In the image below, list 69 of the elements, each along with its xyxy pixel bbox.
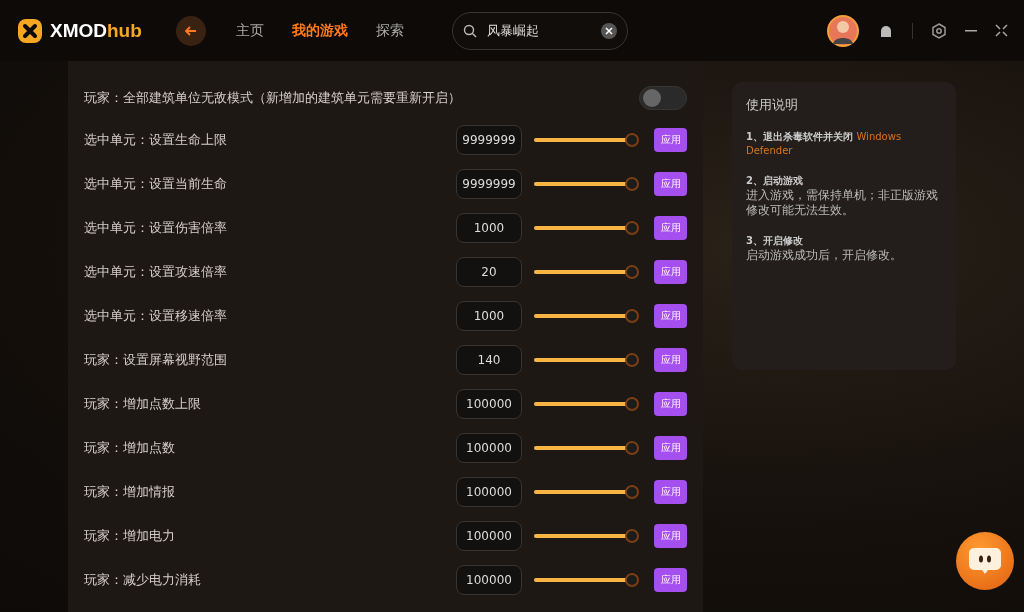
nav-tab[interactable]: 我的游戏 xyxy=(291,21,348,40)
option-label: 选中单元：设置生命上限 xyxy=(84,131,228,149)
slider-thumb[interactable] xyxy=(625,397,639,411)
step-heading: 2、启动游戏 xyxy=(746,174,804,188)
option-label: 玩家：增加点数 xyxy=(84,439,176,457)
user-avatar[interactable] xyxy=(826,13,860,48)
settings-icon[interactable] xyxy=(931,22,947,39)
close-icon xyxy=(604,26,613,35)
number-input[interactable]: 100000 xyxy=(456,433,522,463)
step-text: 进入游戏，需保持单机；非正版游戏修改可能无法生效。 xyxy=(746,188,939,218)
apply-button[interactable]: 应用 xyxy=(654,524,687,548)
search-input[interactable]: 风暴崛起 xyxy=(484,22,593,39)
option-label: 玩家：全部建筑单位无敌模式（新增加的建筑单元需要重新开启） xyxy=(84,89,462,107)
option-label: 玩家：设置屏幕视野范围 xyxy=(84,351,228,369)
number-input[interactable]: 9999999 xyxy=(456,169,522,199)
number-input[interactable]: 1000 xyxy=(456,213,522,243)
option-label: 玩家：增加电力 xyxy=(84,527,176,545)
chat-bubble-icon xyxy=(968,546,1002,576)
slider-thumb[interactable] xyxy=(625,353,639,367)
option-label: 选中单元：设置移速倍率 xyxy=(84,307,228,325)
slider-thumb[interactable] xyxy=(625,441,639,455)
option-label: 玩家：增加点数上限 xyxy=(84,395,202,413)
number-input[interactable]: 1000 xyxy=(456,301,522,331)
number-input[interactable]: 100000 xyxy=(456,521,522,551)
apply-button[interactable]: 应用 xyxy=(654,260,687,284)
slider-thumb[interactable] xyxy=(625,221,639,235)
apply-button[interactable]: 应用 xyxy=(654,172,687,196)
collapse-icon[interactable] xyxy=(995,24,1008,37)
apply-button[interactable]: 应用 xyxy=(654,348,687,372)
search-icon xyxy=(462,23,477,38)
apply-button[interactable]: 应用 xyxy=(654,128,687,152)
slider-thumb[interactable] xyxy=(625,485,639,499)
number-input[interactable]: 100000 xyxy=(456,565,522,595)
option-label: 选中单元：设置伤害倍率 xyxy=(84,219,228,237)
logo-icon xyxy=(16,16,44,45)
help-title: 使用说明 xyxy=(746,96,799,114)
chat-button[interactable] xyxy=(956,532,1014,590)
step-text: 启动游戏成功后，开启修改。 xyxy=(746,248,903,263)
clear-button[interactable] xyxy=(600,22,617,39)
apply-button[interactable]: 应用 xyxy=(654,392,687,416)
number-input[interactable]: 100000 xyxy=(456,389,522,419)
option-label: 选中单元：设置当前生命 xyxy=(84,175,228,193)
apply-button[interactable]: 应用 xyxy=(654,216,687,240)
number-input[interactable]: 100000 xyxy=(456,477,522,507)
option-label: 玩家：减少电力消耗 xyxy=(84,571,202,589)
step-heading: 1、退出杀毒软件并关闭 Windows Defender xyxy=(746,130,903,158)
option-label: 选中单元：设置攻速倍率 xyxy=(84,263,228,281)
option-label: 玩家：增加情报 xyxy=(84,483,176,501)
number-input[interactable]: 9999999 xyxy=(456,125,522,155)
number-input[interactable]: 140 xyxy=(456,345,522,375)
arrow-left-icon xyxy=(183,23,198,38)
slider-thumb[interactable] xyxy=(625,309,639,323)
apply-button[interactable]: 应用 xyxy=(654,568,687,592)
nav-tab[interactable]: 探索 xyxy=(375,21,404,40)
apply-button[interactable]: 应用 xyxy=(654,436,687,460)
toggle-switch[interactable] xyxy=(639,86,687,110)
slider-thumb[interactable] xyxy=(625,133,639,147)
apply-button[interactable]: 应用 xyxy=(654,304,687,328)
slider-thumb[interactable] xyxy=(625,529,639,543)
back-button[interactable] xyxy=(175,15,206,46)
app-logo-text: XMODhub xyxy=(50,19,142,42)
step-heading: 3、开启修改 xyxy=(746,234,804,248)
nav-tab[interactable]: 主页 xyxy=(235,21,264,40)
slider-thumb[interactable] xyxy=(625,573,639,587)
slider-thumb[interactable] xyxy=(625,265,639,279)
apply-button[interactable]: 应用 xyxy=(654,480,687,504)
search-bar[interactable]: 风暴崛起 xyxy=(451,11,628,50)
slider-thumb[interactable] xyxy=(625,177,639,191)
number-input[interactable]: 20 xyxy=(456,257,522,287)
